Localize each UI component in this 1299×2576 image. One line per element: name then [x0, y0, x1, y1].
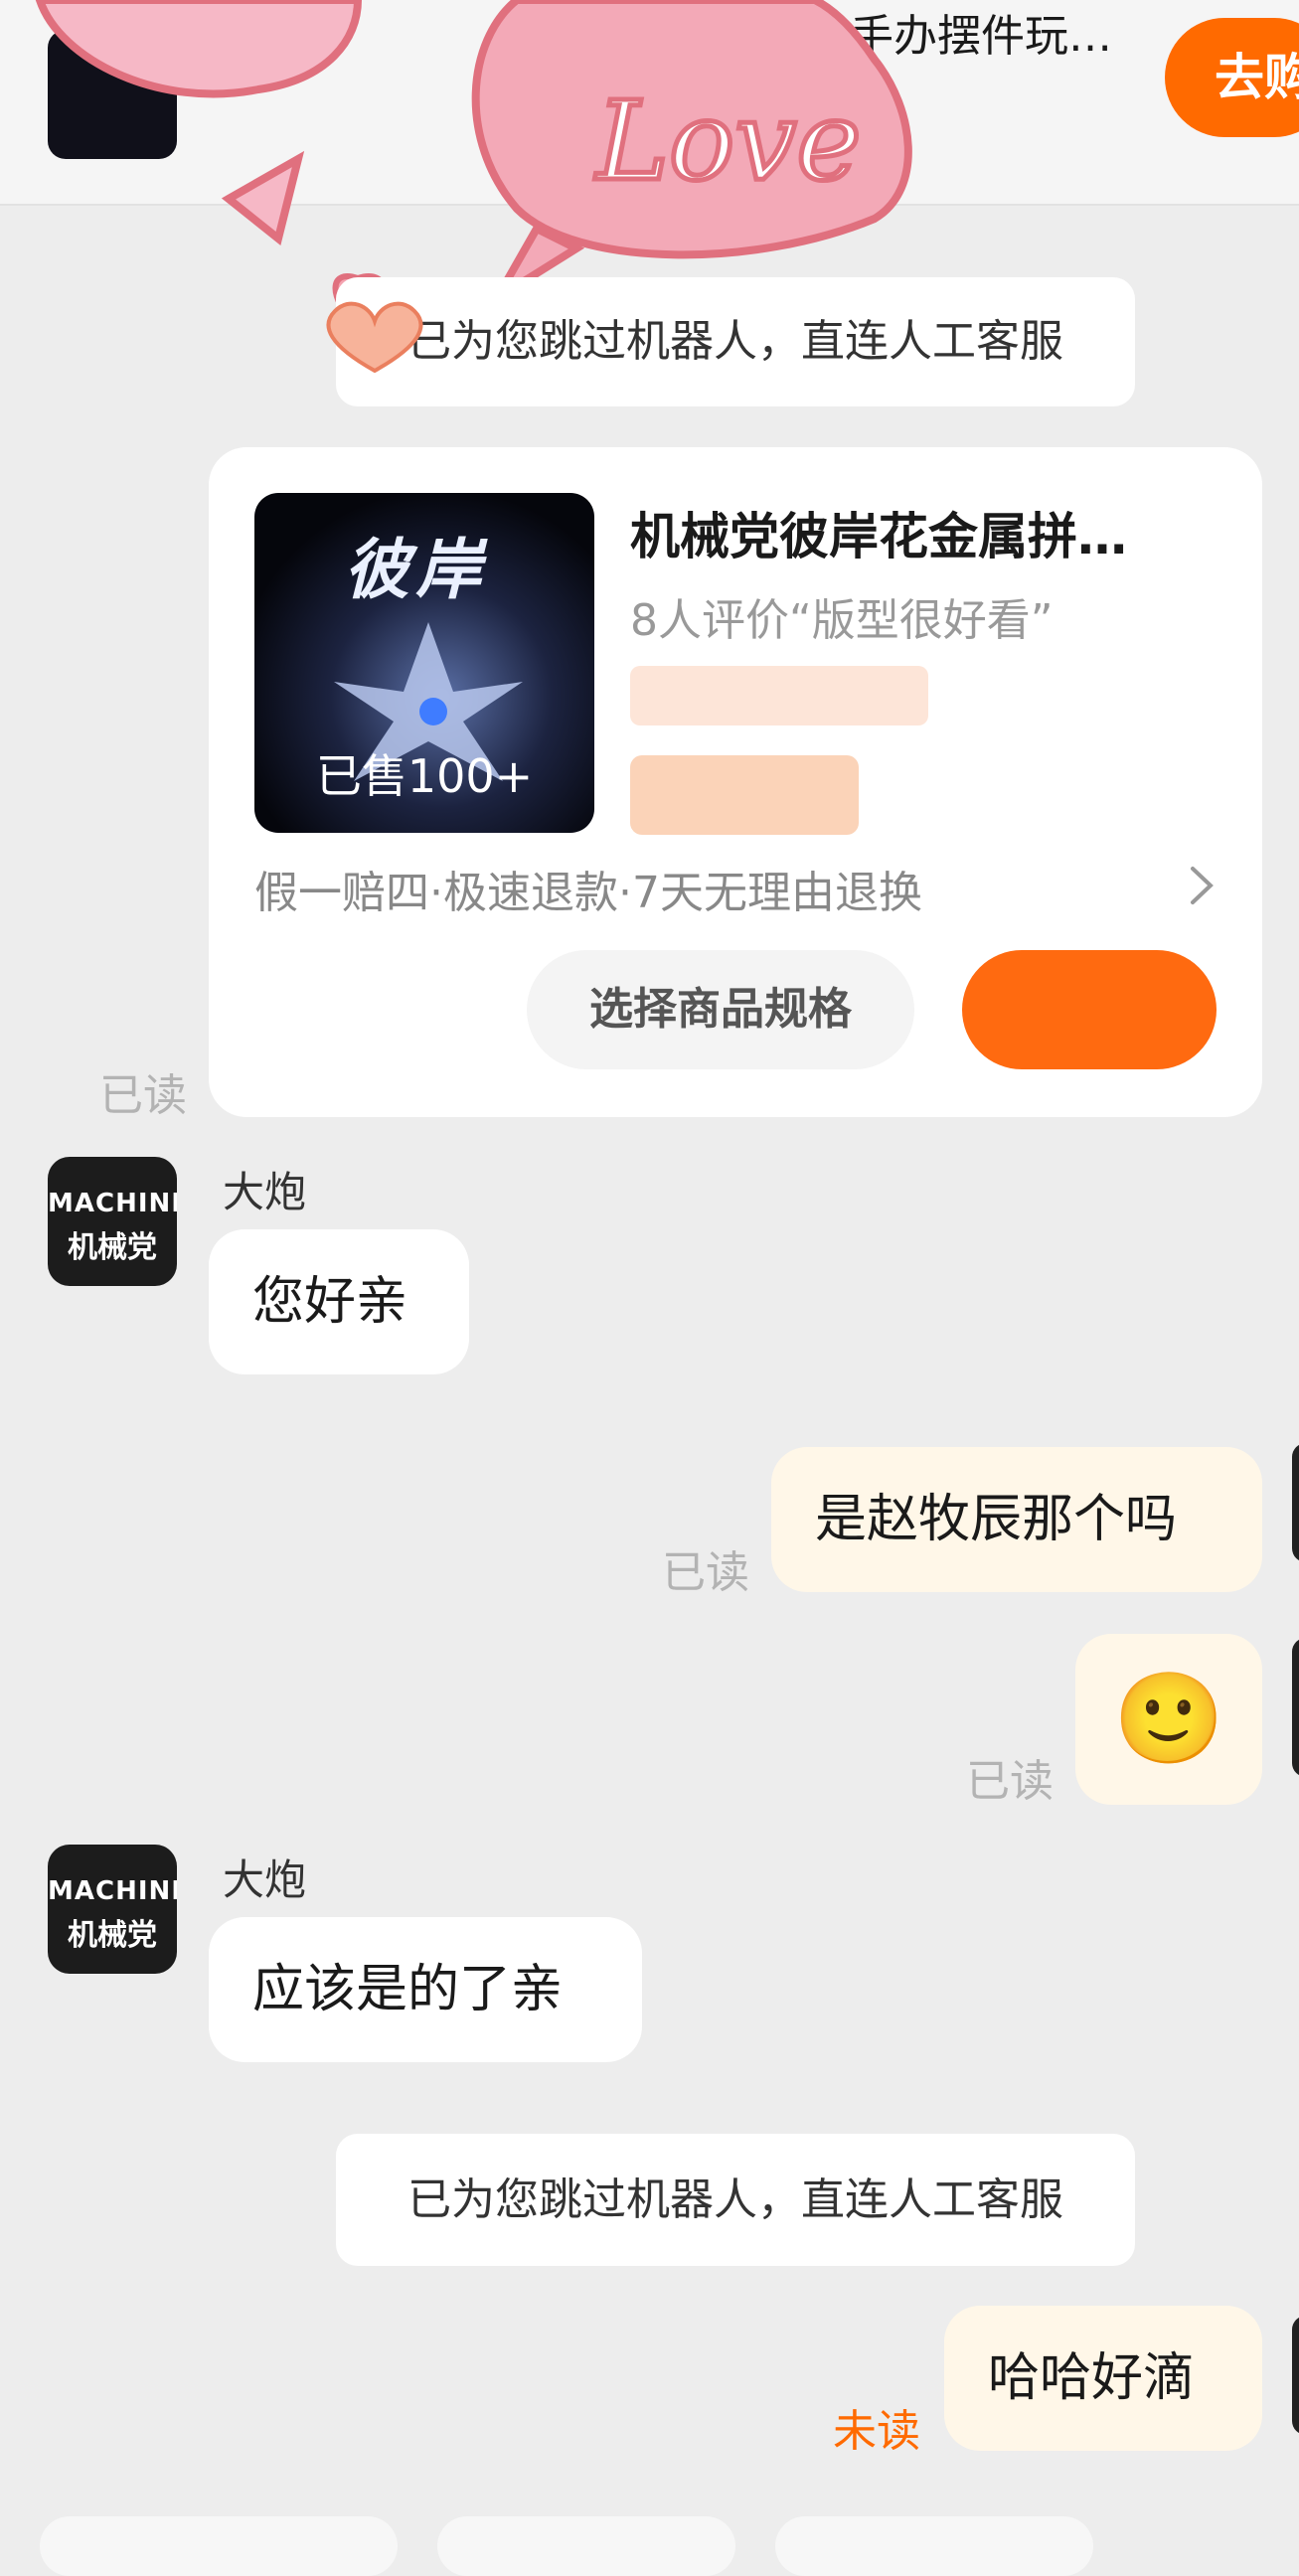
unread-status: 未读	[833, 2406, 920, 2457]
svg-text:Love: Love	[594, 78, 862, 205]
avatar-logo-text: MACHINE	[48, 1876, 177, 1906]
heart-sticker-icon	[326, 301, 423, 374]
outgoing-emoji-bubble[interactable]: 🙂	[1075, 1634, 1262, 1805]
avatar-logo-text-cn: 机械党	[68, 1918, 157, 1953]
top-buy-button[interactable]: 去购	[1165, 18, 1299, 137]
agent-avatar[interactable]: MACHINE 机械党	[48, 1845, 177, 1974]
product-title[interactable]: 机械党彼岸花金属拼…	[630, 497, 1127, 568]
bottom-quick-action[interactable]	[437, 2516, 735, 2576]
edge-element	[1292, 2316, 1299, 2435]
incoming-message-bubble[interactable]: 您好亲	[209, 1229, 469, 1374]
sender-name: 大炮	[223, 1168, 307, 1216]
select-spec-button[interactable]: 选择商品规格	[527, 950, 914, 1069]
smiley-emoji: 🙂	[1112, 1667, 1225, 1771]
product-buy-button[interactable]	[962, 950, 1217, 1069]
outgoing-message-bubble[interactable]: 哈哈好滴	[944, 2306, 1262, 2451]
agent-avatar[interactable]: MACHINE 机械党	[48, 1157, 177, 1286]
outgoing-message-bubble[interactable]: 是赵牧辰那个吗	[771, 1447, 1262, 1592]
avatar-logo-text: MACHINE	[48, 1189, 177, 1218]
read-status: 已读	[966, 1756, 1054, 1807]
read-status: 已读	[662, 1547, 749, 1598]
product-price	[630, 755, 859, 835]
system-notice: 已为您跳过机器人，直连人工客服	[336, 2134, 1135, 2266]
product-image-title: 彼岸	[344, 532, 487, 608]
product-sold-count: 已售100+	[315, 749, 534, 803]
bottom-quick-action[interactable]	[40, 2516, 398, 2576]
read-status: 已读	[99, 1070, 187, 1121]
product-review-summary: 8人评价“版型很好看”	[630, 595, 1054, 646]
product-guarantee: 假一赔四·极速退款·7天无理由退换	[254, 868, 922, 918]
system-notice: 已为您跳过机器人，直连人工客服	[336, 277, 1135, 406]
bottom-quick-action[interactable]	[775, 2516, 1093, 2576]
product-promo-tag	[630, 666, 928, 725]
edge-element	[1292, 1443, 1299, 1562]
chevron-right-icon[interactable]	[1177, 861, 1226, 910]
sender-name: 大炮	[223, 1855, 307, 1904]
avatar-logo-text-cn: 机械党	[68, 1230, 157, 1265]
incoming-message-bubble[interactable]: 应该是的了亲	[209, 1917, 642, 2062]
edge-element	[1292, 1638, 1299, 1777]
